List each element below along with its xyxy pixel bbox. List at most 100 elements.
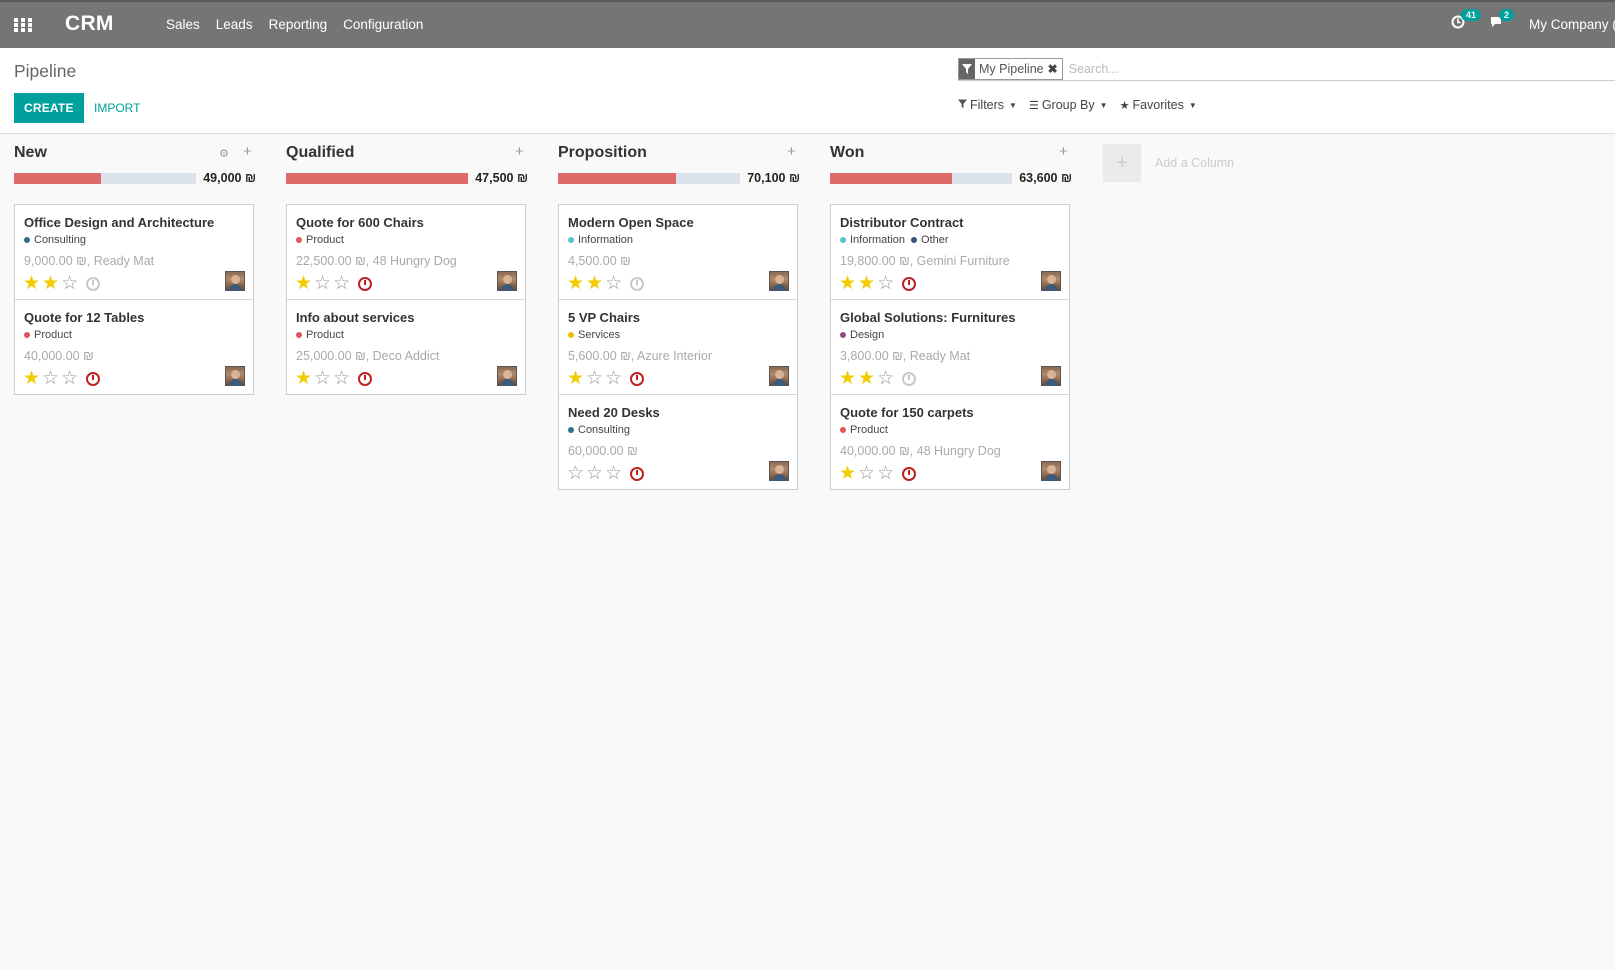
priority-star-icon[interactable]: ★ xyxy=(839,464,856,483)
column-progress-bar[interactable] xyxy=(558,173,740,184)
salesperson-avatar[interactable] xyxy=(225,271,245,291)
salesperson-avatar[interactable] xyxy=(769,461,789,481)
card-tags: Design xyxy=(840,329,1061,341)
salesperson-avatar[interactable] xyxy=(225,366,245,386)
quick-create-plus-icon[interactable]: + xyxy=(515,143,524,160)
tag: Product xyxy=(296,234,344,246)
kanban-card[interactable]: Office Design and Architecture Consulting… xyxy=(15,205,253,300)
app-name[interactable]: CRM xyxy=(65,12,114,36)
salesperson-avatar[interactable] xyxy=(1041,461,1061,481)
activity-clock-icon[interactable] xyxy=(902,276,917,291)
kanban-card[interactable]: Need 20 Desks Consulting 60,000.00 ₪ ☆ ☆ ☆ xyxy=(559,395,797,489)
salesperson-avatar[interactable] xyxy=(497,271,517,291)
priority-star-icon[interactable]: ☆ xyxy=(605,274,622,293)
kanban-card[interactable]: Quote for 12 Tables Product 40,000.00 ₪ ★ ☆ ☆ xyxy=(15,300,253,394)
favorites-dropdown[interactable]: ★ Favorites ▼ xyxy=(1120,98,1197,112)
import-button[interactable]: IMPORT xyxy=(86,93,148,123)
priority-star-icon[interactable]: ☆ xyxy=(42,369,59,388)
top-navbar: CRM Sales Leads Reporting Configuration … xyxy=(0,0,1615,48)
priority-star-icon[interactable]: ☆ xyxy=(877,464,894,483)
activity-clock-icon[interactable] xyxy=(86,276,101,291)
priority-star-icon[interactable]: ☆ xyxy=(586,464,603,483)
activity-clock-icon[interactable] xyxy=(86,371,101,386)
messages-chat-icon[interactable]: 2 xyxy=(1489,9,1515,33)
gear-icon[interactable]: ⚙ xyxy=(219,147,229,160)
priority-star-icon[interactable]: ☆ xyxy=(567,464,584,483)
tag: Consulting xyxy=(24,234,86,246)
column-progress-bar[interactable] xyxy=(830,173,1012,184)
kanban-card[interactable]: Modern Open Space Information 4,500.00 ₪ ★ ★… xyxy=(559,205,797,300)
activity-clock-icon[interactable] xyxy=(630,371,645,386)
search-bar: My Pipeline ✖ xyxy=(958,57,1615,81)
priority-star-icon[interactable]: ☆ xyxy=(61,274,78,293)
company-switcher[interactable]: My Company (San Francisco) xyxy=(1529,17,1615,32)
priority-star-icon[interactable]: ★ xyxy=(567,369,584,388)
activity-clock-icon[interactable] xyxy=(902,371,917,386)
kanban-card[interactable]: Info about services Product 25,000.00 ₪, D… xyxy=(287,300,525,394)
kanban-card[interactable]: 5 VP Chairs Services 5,600.00 ₪, Azure Int… xyxy=(559,300,797,395)
kanban-card[interactable]: Global Solutions: Furnitures Design 3,800.… xyxy=(831,300,1069,395)
quick-create-plus-icon[interactable]: + xyxy=(1059,143,1068,160)
activity-clock-icon[interactable] xyxy=(358,371,373,386)
priority-star-icon[interactable]: ★ xyxy=(295,369,312,388)
menu-leads[interactable]: Leads xyxy=(216,17,253,32)
activity-clock-icon[interactable] xyxy=(902,466,917,481)
kanban-card[interactable]: Quote for 600 Chairs Product 22,500.00 ₪, … xyxy=(287,205,525,300)
column-progress-bar[interactable] xyxy=(286,173,468,184)
tag-label: Product xyxy=(306,329,344,341)
activity-clock-icon[interactable] xyxy=(358,276,373,291)
priority-star-icon[interactable]: ☆ xyxy=(314,274,331,293)
apps-menu-icon[interactable] xyxy=(14,18,32,32)
quick-create-plus-icon[interactable]: + xyxy=(787,143,796,160)
column-progress-bar[interactable] xyxy=(14,173,196,184)
activity-clock-icon[interactable] xyxy=(630,276,645,291)
salesperson-avatar[interactable] xyxy=(769,366,789,386)
priority-star-icon[interactable]: ☆ xyxy=(61,369,78,388)
add-column-button[interactable]: + Add a Column xyxy=(1103,144,1234,182)
priority-star-icon[interactable]: ★ xyxy=(586,274,603,293)
priority-star-icon[interactable]: ☆ xyxy=(605,369,622,388)
priority-star-icon[interactable]: ☆ xyxy=(586,369,603,388)
menu-reporting[interactable]: Reporting xyxy=(269,17,328,32)
menu-sales[interactable]: Sales xyxy=(166,17,200,32)
priority-star-icon[interactable]: ☆ xyxy=(877,369,894,388)
quick-create-plus-icon[interactable]: + xyxy=(243,143,252,160)
priority-star-icon[interactable]: ☆ xyxy=(333,369,350,388)
menu-configuration[interactable]: Configuration xyxy=(343,17,423,32)
salesperson-avatar[interactable] xyxy=(497,366,517,386)
priority-star-icon[interactable]: ☆ xyxy=(333,274,350,293)
priority-star-icon[interactable]: ☆ xyxy=(858,464,875,483)
priority-star-icon[interactable]: ☆ xyxy=(314,369,331,388)
kanban-card[interactable]: Distributor Contract Information Other 19,8… xyxy=(831,205,1069,300)
tag-label: Consulting xyxy=(578,424,630,436)
salesperson-avatar[interactable] xyxy=(1041,366,1061,386)
priority-star-icon[interactable]: ★ xyxy=(23,274,40,293)
create-button[interactable]: CREATE xyxy=(14,93,84,123)
activity-clock-icon[interactable]: 41 xyxy=(1451,9,1482,33)
priority-star-icon[interactable]: ★ xyxy=(858,369,875,388)
groupby-dropdown[interactable]: ☰ Group By ▼ xyxy=(1029,98,1108,112)
priority-star-icon[interactable]: ★ xyxy=(42,274,59,293)
kanban-board: + Add a Column New ⚙ +49,000 ₪ Office Desig… xyxy=(0,134,1615,970)
priority-star-icon[interactable]: ☆ xyxy=(605,464,622,483)
priority-star-icon[interactable]: ★ xyxy=(858,274,875,293)
tag-dot xyxy=(568,332,574,338)
card-amount: 40,000.00 ₪, 48 Hungry Dog xyxy=(840,444,1001,458)
salesperson-avatar[interactable] xyxy=(769,271,789,291)
activity-clock-icon[interactable] xyxy=(630,466,645,481)
tag-label: Product xyxy=(34,329,72,341)
salesperson-avatar[interactable] xyxy=(1041,271,1061,291)
priority-star-icon[interactable]: ★ xyxy=(839,369,856,388)
tag: Other xyxy=(911,234,949,246)
priority-star-icon[interactable]: ★ xyxy=(567,274,584,293)
priority-star-icon[interactable]: ☆ xyxy=(877,274,894,293)
search-input[interactable] xyxy=(1068,61,1469,76)
card-amount: 9,000.00 ₪, Ready Mat xyxy=(24,254,155,268)
card-tags: Consulting xyxy=(568,424,789,436)
facet-remove-icon[interactable]: ✖ xyxy=(1048,62,1062,76)
priority-star-icon[interactable]: ★ xyxy=(23,369,40,388)
priority-star-icon[interactable]: ★ xyxy=(839,274,856,293)
kanban-card[interactable]: Quote for 150 carpets Product 40,000.00 ₪,… xyxy=(831,395,1069,489)
priority-star-icon[interactable]: ★ xyxy=(295,274,312,293)
filters-dropdown[interactable]: Filters ▼ xyxy=(958,98,1017,112)
